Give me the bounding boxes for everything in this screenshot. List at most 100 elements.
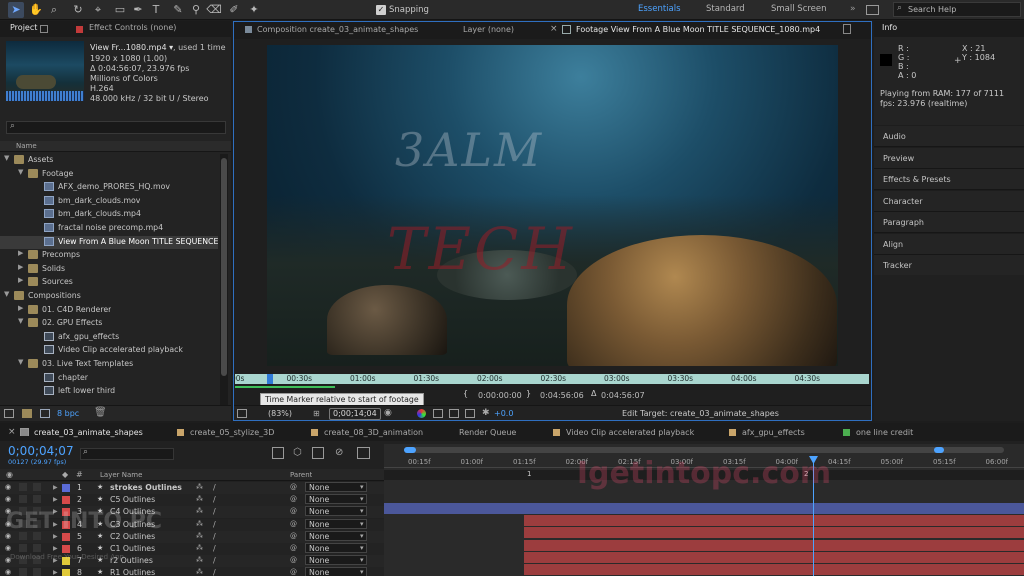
project-footage-item[interactable]: View From A Blue Moon TITLE SEQUENCE_108… (0, 235, 218, 249)
camera-tool-icon[interactable]: ⌖ (90, 2, 106, 18)
layer-name[interactable]: strokes Outlines (110, 483, 182, 492)
exposure-value[interactable]: +0.0 (494, 409, 513, 418)
comp-mini-flowchart-icon[interactable] (272, 447, 284, 459)
zoom-dropdown[interactable]: (83%) (268, 409, 292, 418)
parent-dropdown[interactable]: None (305, 518, 367, 529)
tab-info[interactable]: Info (882, 23, 897, 32)
project-scrollbar[interactable] (220, 154, 228, 416)
column-parent[interactable]: Parent (290, 471, 312, 479)
layer-name[interactable]: C5 Outlines (110, 495, 155, 504)
current-time-field[interactable]: 0;00;14;04 (329, 408, 381, 420)
eye-icon[interactable]: ◉ (5, 568, 11, 576)
screen-mode-icon[interactable] (866, 5, 879, 15)
panel-menu-icon[interactable] (562, 25, 571, 34)
interpret-footage-icon[interactable] (4, 409, 14, 418)
brush-tool-icon[interactable]: ✎ (170, 2, 186, 18)
solo-icon[interactable] (33, 568, 41, 576)
project-footage-item[interactable]: bm_dark_clouds.mp4 (0, 208, 218, 221)
collapse-switch-icon[interactable]: ⁂ (196, 483, 203, 491)
timeline-tab[interactable]: create_03_animate_shapes (21, 428, 143, 437)
timeline-timecode[interactable]: 0;00;04;07 (8, 444, 74, 458)
layer-duration-bar[interactable] (524, 515, 1024, 527)
collapse-switch-icon[interactable]: ⁂ (196, 507, 203, 515)
project-folder[interactable]: ▼ Assets (0, 154, 218, 167)
in-point-time[interactable]: 0:00:00:00 (478, 391, 522, 400)
new-folder-icon[interactable] (22, 409, 32, 418)
collapse-switch-icon[interactable]: ⁂ (196, 556, 203, 564)
collapse-switch-icon[interactable]: ⁂ (196, 495, 203, 503)
expand-arrow-icon[interactable]: ▶ (53, 545, 58, 552)
out-point-time[interactable]: 0:04:56:06 (540, 391, 584, 400)
timeline-tab[interactable]: one line credit (843, 428, 913, 437)
parent-dropdown[interactable]: None (305, 567, 367, 576)
layer-name[interactable]: R1 Outlines (110, 568, 155, 576)
snapping-checkbox[interactable]: ✓ (376, 5, 386, 15)
expand-arrow-icon[interactable]: ▶ (18, 249, 23, 257)
mask-visibility-icon[interactable] (465, 409, 475, 418)
expand-arrow-icon[interactable]: ▶ (18, 276, 23, 284)
column-layer-name[interactable]: Layer Name (100, 471, 142, 479)
parent-dropdown[interactable]: None (305, 494, 367, 505)
panel-tracker[interactable]: Tracker (874, 255, 1024, 276)
new-composition-icon[interactable] (40, 409, 50, 418)
pickwhip-icon[interactable]: @ (290, 483, 297, 491)
panel-preview[interactable]: Preview (874, 147, 1024, 169)
puppet-tool-icon[interactable]: ✦ (246, 2, 262, 18)
footage-view[interactable]: 3ALM TECH (267, 45, 838, 366)
parent-dropdown[interactable]: None (305, 506, 367, 517)
layer-name[interactable]: C1 Outlines (110, 544, 155, 553)
item-name[interactable]: View Fr...1080.mp4 ▾ (90, 43, 173, 52)
project-composition[interactable]: afx_gpu_effects (0, 331, 218, 344)
work-area-start-handle[interactable] (404, 447, 416, 453)
timeline-tab[interactable]: create_08_3D_animation (311, 428, 423, 437)
project-scrollbar-thumb[interactable] (221, 158, 227, 376)
pickwhip-icon[interactable]: @ (290, 568, 297, 576)
work-area-end-handle[interactable] (934, 447, 944, 453)
panel-effects-presets[interactable]: Effects & Presets (874, 169, 1024, 190)
frame-blending-icon[interactable]: ⊘ (335, 447, 343, 458)
panel-character[interactable]: Character (874, 190, 1024, 212)
project-folder[interactable]: ▶ 01. C4D Renderer (0, 304, 218, 317)
tab-project[interactable]: Project (10, 23, 37, 32)
collapse-switch-icon[interactable]: ⁂ (196, 568, 203, 576)
expand-arrow-icon[interactable]: ▶ (53, 484, 58, 491)
timeline-tab[interactable]: Render Queue (459, 428, 516, 437)
eraser-tool-icon[interactable]: ⌫ (206, 2, 222, 18)
layer-duration-bar[interactable] (384, 503, 1024, 514)
expand-arrow-icon[interactable]: ▶ (18, 263, 23, 271)
expand-arrow-icon[interactable]: ▶ (53, 569, 58, 576)
timeline-tab[interactable]: afx_gpu_effects (729, 428, 805, 437)
project-composition[interactable]: Video Clip accelerated playback (0, 344, 218, 357)
transparency-grid-icon[interactable] (449, 409, 459, 418)
audio-icon[interactable] (19, 568, 27, 576)
label-color-swatch[interactable] (62, 484, 70, 492)
bit-depth-button[interactable]: 8 bpc (57, 409, 79, 418)
layer-duration-bar[interactable] (524, 564, 1024, 575)
rotate-tool-icon[interactable]: ↻ (70, 2, 86, 18)
project-folder[interactable]: ▶ Precomps (0, 249, 218, 262)
label-color-swatch[interactable] (62, 496, 70, 505)
time-ruler[interactable]: 00s 00:30s 01:00s 01:30s 02:00s 02:30s 03:00s 0… (231, 374, 869, 384)
timeline-tab[interactable]: Video Clip accelerated playback (553, 428, 694, 437)
zoom-tool-icon[interactable]: ⌕ (46, 2, 62, 18)
quality-switch-icon[interactable]: / (213, 520, 216, 529)
solo-icon[interactable] (33, 544, 41, 552)
quality-switch-icon[interactable]: / (213, 556, 216, 565)
project-folder[interactable]: ▶ Solids (0, 263, 218, 276)
collapse-arrow-icon[interactable]: ▼ (18, 168, 23, 176)
layer-row[interactable]: ◉ ▶ 2 ★ C5 Outlines ⁂ / @ None ▾ (0, 494, 384, 507)
column-name[interactable]: Name (16, 142, 37, 150)
parent-dropdown[interactable]: None (305, 482, 367, 492)
tab-layer[interactable]: Layer (none) (463, 25, 514, 34)
always-preview-icon[interactable] (237, 409, 247, 418)
solo-icon[interactable] (33, 495, 41, 504)
layer-duration-bar[interactable] (524, 527, 1024, 539)
graph-editor-icon[interactable] (357, 447, 370, 459)
panel-options-icon[interactable] (843, 24, 851, 34)
channel-icon[interactable] (417, 409, 426, 418)
quality-switch-icon[interactable]: / (213, 544, 216, 553)
selection-tool-icon[interactable]: ➤ (8, 2, 24, 18)
pickwhip-icon[interactable]: @ (290, 544, 297, 552)
collapse-switch-icon[interactable]: ⁂ (196, 544, 203, 552)
project-footage-item[interactable]: fractal noise precomp.mp4 (0, 222, 218, 235)
